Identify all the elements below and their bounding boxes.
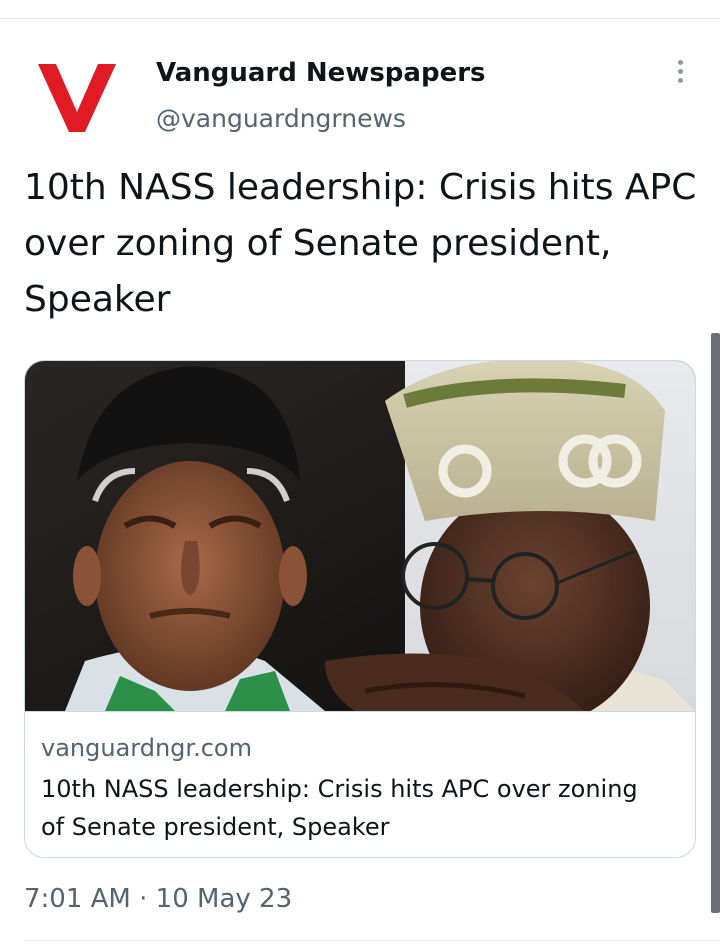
bottom-divider <box>24 940 720 941</box>
tweet-timestamp[interactable]: 7:01 AM · 10 May 23 <box>24 884 292 914</box>
card-title: 10th NASS leadership: Crisis hits APC ov… <box>41 775 638 841</box>
scrollbar[interactable] <box>711 333 720 913</box>
timestamp-separator: · <box>139 884 148 914</box>
more-options-icon[interactable] <box>668 60 692 90</box>
card-domain: vanguardngr.com <box>41 734 252 762</box>
top-divider <box>0 18 720 19</box>
tweet-text: 10th NASS leadership: Crisis hits APC ov… <box>24 167 697 320</box>
account-handle[interactable]: @vanguardngrnews <box>156 104 406 133</box>
vanguard-logo-icon[interactable] <box>38 60 116 134</box>
account-name[interactable]: Vanguard Newspapers <box>156 58 486 88</box>
article-image[interactable] <box>25 361 695 711</box>
card-footer[interactable]: vanguardngr.com 10th NASS leadership: Cr… <box>25 711 695 857</box>
link-card[interactable]: vanguardngr.com 10th NASS leadership: Cr… <box>24 360 696 858</box>
tweet-time: 7:01 AM <box>24 884 131 914</box>
tweet-date: 10 May 23 <box>155 884 293 914</box>
